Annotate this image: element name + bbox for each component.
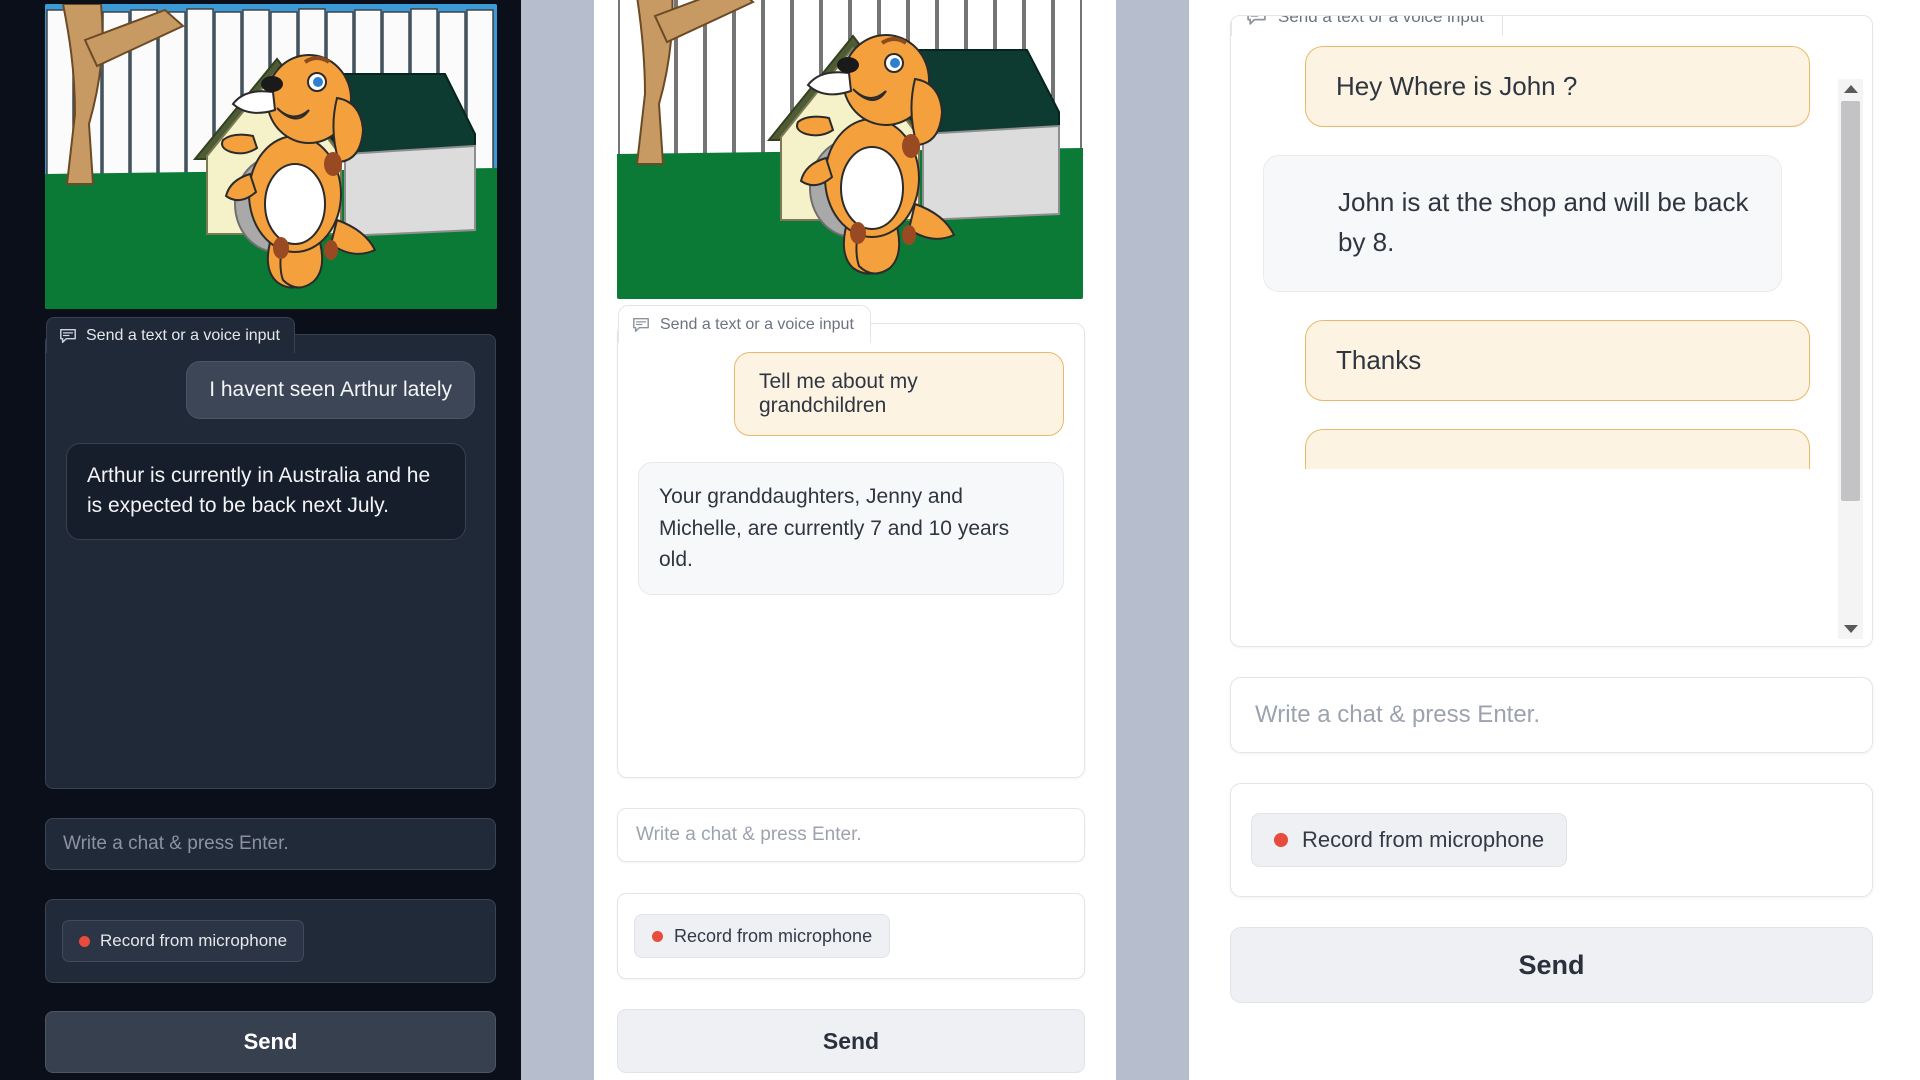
panel-divider-right [1116, 0, 1189, 1080]
input-mode-chip-dark: Send a text or a voice input [46, 317, 295, 353]
send-button[interactable]: Send [1230, 927, 1873, 1003]
record-button-label: Record from microphone [1302, 827, 1545, 852]
send-button-label: Send [243, 1029, 298, 1054]
message-bubble-partial [1305, 428, 1810, 469]
chat-input-placeholder: Write a chat & press Enter. [63, 833, 289, 854]
input-mode-chip-label: Send a text or a voice input [1278, 15, 1485, 26]
message-bubble-assistant: Your granddaughters, Jenny and Michelle,… [638, 462, 1064, 595]
panel-divider-left [521, 0, 594, 1080]
input-mode-chip-label: Send a text or a voice input [660, 315, 854, 333]
record-from-microphone-button[interactable]: Record from microphone [62, 920, 305, 962]
dark-panel: Send a text or a voice input I havent se… [0, 0, 521, 1080]
record-button-label: Record from microphone [674, 925, 873, 946]
message-bubble-assistant: Arthur is currently in Australia and he … [66, 443, 466, 540]
record-panel-light: Record from microphone [617, 893, 1085, 979]
message-bubble-user: I havent seen Arthur lately [186, 361, 475, 419]
record-panel-dark: Record from microphone [45, 899, 496, 983]
chat-bubble-icon [632, 316, 650, 334]
record-dot-icon [652, 930, 663, 942]
send-button[interactable]: Send [45, 1011, 496, 1073]
chat-input-placeholder: Write a chat & press Enter. [1255, 701, 1541, 728]
input-mode-chip-light: Send a text or a voice input [618, 305, 871, 343]
chat-input-dark[interactable]: Write a chat & press Enter. [45, 818, 496, 870]
dog-illustration-light [617, 0, 1083, 299]
chat-bubble-icon [59, 327, 77, 345]
message-bubble-assistant: John is at the shop and will be back by … [1263, 155, 1782, 292]
wide-chat-transcript: Send a text or a voice input Hey Where i… [1230, 15, 1873, 647]
app-root: Send a text or a voice input I havent se… [0, 0, 1920, 1080]
record-dot-icon [79, 935, 90, 947]
dog-illustration-dark [45, 4, 497, 309]
message-bubble-user: Hey Where is John ? [1305, 46, 1810, 127]
record-button-label: Record from microphone [100, 931, 288, 950]
record-dot-icon [1274, 833, 1288, 847]
wide-panel: Send a text or a voice input Hey Where i… [1189, 0, 1920, 1080]
light-chat-transcript: Send a text or a voice input Tell me abo… [617, 305, 1085, 778]
light-panel: Send a text or a voice input Tell me abo… [594, 0, 1116, 1080]
record-from-microphone-button[interactable]: Record from microphone [634, 914, 891, 958]
message-bubble-user: Thanks [1305, 319, 1810, 401]
record-from-microphone-button[interactable]: Record from microphone [1251, 813, 1568, 867]
record-panel-wide: Record from microphone [1230, 783, 1873, 897]
scrollbar-thumb[interactable] [1841, 101, 1860, 501]
input-mode-chip-label: Send a text or a voice input [86, 326, 280, 344]
message-bubble-user: Tell me about my grandchildren [734, 352, 1064, 436]
send-button[interactable]: Send [617, 1009, 1085, 1073]
chat-input-wide[interactable]: Write a chat & press Enter. [1230, 677, 1873, 753]
chat-input-placeholder: Write a chat & press Enter. [636, 824, 862, 845]
message-list: Hey Where is John ? John is at the shop … [1263, 46, 1834, 469]
chat-input-light[interactable]: Write a chat & press Enter. [617, 808, 1085, 862]
dark-chat-transcript: Send a text or a voice input I havent se… [45, 317, 496, 789]
send-button-label: Send [1518, 949, 1585, 980]
scroll-down-arrow[interactable] [1843, 619, 1858, 639]
send-button-label: Send [822, 1027, 880, 1054]
scroll-up-arrow[interactable] [1843, 79, 1858, 99]
input-mode-chip-wide: Send a text or a voice input [1231, 15, 1504, 36]
transcript-scrollbar[interactable] [1838, 79, 1863, 639]
chat-bubble-icon [1246, 16, 1267, 27]
